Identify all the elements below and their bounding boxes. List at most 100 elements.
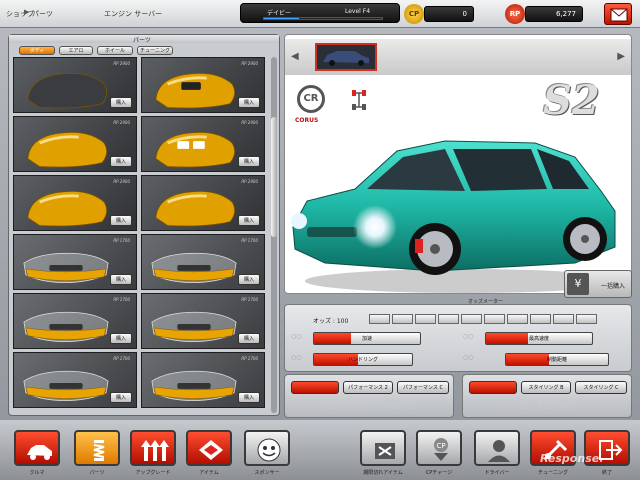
nav-label: CPチャージ: [425, 470, 453, 476]
bulk-buy-label: 一括購入: [601, 283, 626, 290]
nav-cp-charge[interactable]: CP CPチャージ: [416, 430, 462, 476]
part-item[interactable]: RP 2900 購入: [141, 175, 265, 231]
part-image: [155, 73, 236, 109]
mail-button[interactable]: [604, 3, 632, 25]
tab-tuning[interactable]: チューニング: [137, 46, 173, 55]
part-item[interactable]: RP 2900 購入: [141, 116, 265, 172]
parts-scrollbar[interactable]: [271, 57, 277, 413]
part-item[interactable]: RP 1700 購入: [13, 293, 137, 349]
buy-button[interactable]: 購入: [238, 392, 260, 403]
stat-handling: ハンドリング: [313, 353, 413, 366]
styling-caption: STYLING: [520, 401, 576, 412]
nav-button[interactable]: [360, 430, 406, 466]
buy-button[interactable]: 購入: [238, 215, 260, 226]
buy-button[interactable]: 購入: [238, 97, 260, 108]
part-item[interactable]: RP 1700 購入: [141, 352, 265, 408]
performance-a-button[interactable]: [291, 381, 339, 394]
odds-segment: [369, 314, 390, 324]
odds-meter-panel: オッズ : 100 ○○ 加速 ○○ 最高速度 ○○ ハンドリング ○○ 制動距…: [284, 304, 632, 372]
nav-button[interactable]: CP: [416, 430, 462, 466]
stat-braking: 制動距離: [505, 353, 609, 366]
brand-name: CORUS: [295, 117, 319, 124]
buy-button[interactable]: 購入: [110, 274, 132, 285]
prev-car-arrow-icon[interactable]: ◀: [291, 51, 299, 62]
nav-button[interactable]: [186, 430, 232, 466]
part-price: RP 1700: [241, 356, 258, 361]
odds-segment: [553, 314, 574, 324]
rp-coin-icon: RP: [505, 4, 525, 24]
mail-icon: [610, 8, 628, 22]
yen-icon: ¥: [567, 273, 589, 295]
styling-a-button[interactable]: [469, 381, 517, 394]
nav-expired-item[interactable]: 期限切れアイテム: [360, 430, 406, 476]
part-item[interactable]: RP 1700 購入: [141, 293, 265, 349]
tab-wheel[interactable]: ホイール: [97, 46, 133, 55]
buy-button[interactable]: 購入: [110, 97, 132, 108]
nav-button[interactable]: [74, 430, 120, 466]
part-price: RP 2900: [241, 179, 258, 184]
nav-button[interactable]: [14, 430, 60, 466]
nav-upgrade-arrows[interactable]: アップグレード: [130, 430, 176, 476]
part-image: [27, 191, 108, 227]
nav-label: スポンサー: [254, 470, 280, 476]
part-item[interactable]: RP 1700 購入: [141, 234, 265, 290]
buy-button[interactable]: 購入: [238, 333, 260, 344]
part-price: RP 2900: [113, 61, 130, 66]
bulk-buy-button[interactable]: ¥ 一括購入: [564, 270, 632, 298]
brand-logo-icon: CR: [297, 85, 325, 113]
level-progress-bar: [263, 17, 383, 20]
nav-spring[interactable]: パーツ: [74, 430, 120, 476]
expired-item-icon: [375, 443, 395, 459]
performance-tuning-panel: パフォーマンス 2 パフォーマンス C PERFORMANCE: [284, 374, 454, 418]
tab-body[interactable]: ボディ: [19, 46, 55, 55]
nav-button[interactable]: [244, 430, 290, 466]
buy-button[interactable]: 購入: [110, 333, 132, 344]
scroll-thumb[interactable]: [271, 117, 277, 237]
car-thumbnail[interactable]: [315, 43, 377, 71]
styling-c-button[interactable]: スタイリング C: [575, 381, 627, 394]
buy-button[interactable]: 購入: [238, 274, 260, 285]
breadcrumb-shop[interactable]: ショップ: [6, 9, 34, 19]
nav-car[interactable]: クルマ: [14, 430, 60, 476]
part-item[interactable]: RP 1700 購入: [13, 352, 137, 408]
odds-segment: [461, 314, 482, 324]
parts-panel: パーツ ボディ エアロ ホイール チューニング RP 2900 購入 RP 2900…: [8, 34, 280, 416]
tab-aero[interactable]: エアロ: [59, 46, 93, 55]
part-image: [27, 73, 108, 109]
stat-fill: [486, 333, 529, 344]
next-car-arrow-icon[interactable]: ▶: [617, 51, 625, 62]
nav-sponsor[interactable]: スポンサー: [244, 430, 290, 476]
stat-dots-icon: ○○: [463, 354, 474, 361]
nav-item[interactable]: アイテム: [186, 430, 232, 476]
nav-button[interactable]: [474, 430, 520, 466]
part-item[interactable]: RP 1700 購入: [13, 234, 137, 290]
stat-acceleration: 加速: [313, 332, 421, 345]
performance-b-button[interactable]: パフォーマンス 2: [343, 381, 393, 394]
stat-dots-icon: ○○: [291, 354, 302, 361]
part-price: RP 1700: [113, 356, 130, 361]
stat-fill: [314, 333, 352, 344]
styling-b-button[interactable]: スタイリング B: [521, 381, 571, 394]
bottom-nav-bar: クルマ パーツ アップグレード アイテム スポンサー 期限切れアイテム CP CPチャージ ドラ…: [0, 420, 640, 480]
performance-c-button[interactable]: パフォーマンス C: [397, 381, 449, 394]
stat-dots-icon: ○○: [291, 333, 302, 340]
part-item[interactable]: RP 2900 購入: [13, 57, 137, 113]
part-image: [151, 252, 237, 283]
part-item[interactable]: RP 2900 購入: [13, 175, 137, 231]
part-item[interactable]: RP 2900 購入: [141, 57, 265, 113]
odds-value: オッズ : 100: [313, 318, 349, 325]
nav-driver[interactable]: ドライバー: [474, 430, 520, 476]
breadcrumb-parts[interactable]: パーツ: [32, 9, 53, 19]
buy-button[interactable]: 購入: [238, 156, 260, 167]
part-item[interactable]: RP 2900 購入: [13, 116, 137, 172]
svg-text:CP: CP: [436, 442, 445, 450]
buy-button[interactable]: 購入: [110, 215, 132, 226]
drivetrain-icon: [352, 90, 366, 110]
part-price: RP 2900: [241, 61, 258, 66]
buy-button[interactable]: 購入: [110, 392, 132, 403]
nav-button[interactable]: [130, 430, 176, 466]
stat-top-speed: 最高速度: [485, 332, 593, 345]
odds-segment: [392, 314, 413, 324]
odds-segment: [438, 314, 459, 324]
buy-button[interactable]: 購入: [110, 156, 132, 167]
